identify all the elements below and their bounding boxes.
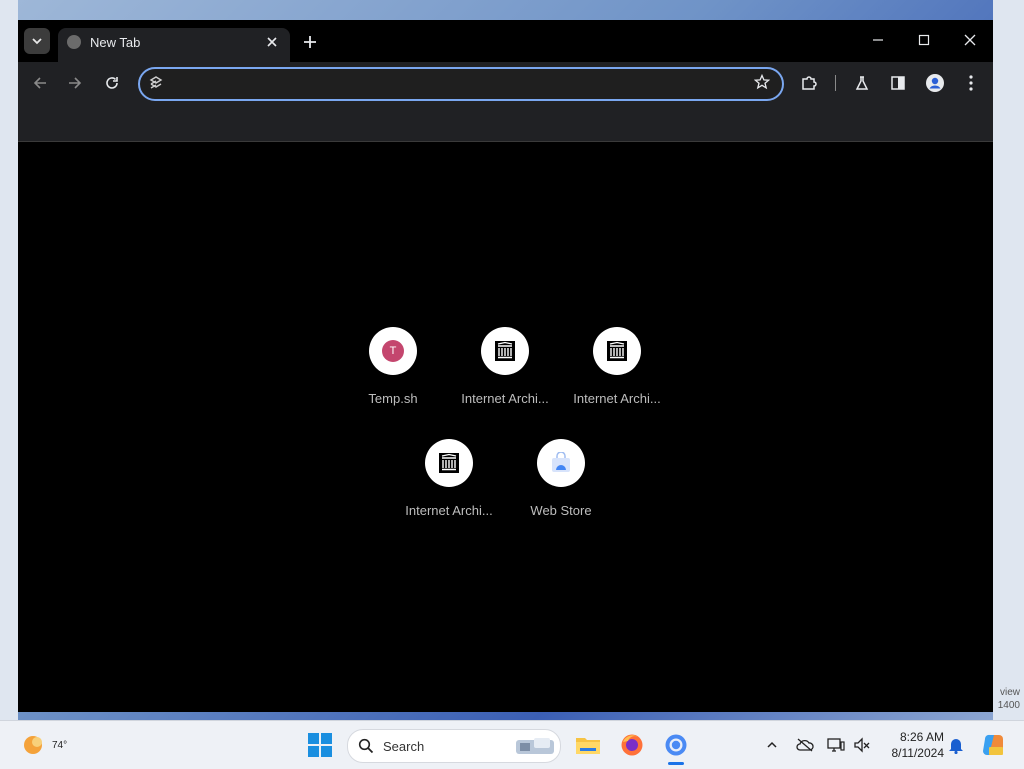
side-panel-icon bbox=[891, 76, 905, 90]
address-bar[interactable] bbox=[138, 67, 784, 101]
search-icon bbox=[358, 738, 374, 754]
tab-new-tab[interactable]: New Tab bbox=[58, 28, 290, 62]
side-panel-button[interactable] bbox=[884, 69, 912, 97]
close-tab-button[interactable] bbox=[262, 32, 282, 52]
internet-archive-icon bbox=[607, 341, 627, 361]
shortcut-tile[interactable]: Internet Archi... bbox=[449, 327, 561, 427]
bookmark-bar bbox=[18, 104, 993, 142]
shortcut-icon-container: T bbox=[369, 327, 417, 375]
reload-button[interactable] bbox=[98, 69, 126, 97]
minimize-button[interactable] bbox=[858, 26, 898, 54]
volume-tray-button[interactable] bbox=[852, 735, 872, 755]
search-highlight-icon bbox=[516, 738, 554, 754]
onedrive-tray-button[interactable] bbox=[795, 735, 815, 755]
toolbar-divider bbox=[835, 75, 836, 91]
profile-button[interactable] bbox=[921, 69, 949, 97]
cloud-offline-icon bbox=[796, 738, 814, 752]
minimize-icon bbox=[873, 39, 883, 41]
taskbar: 74° Search 8:26 AM 8/11/2024 bbox=[0, 720, 1024, 769]
arrow-right-icon bbox=[69, 77, 82, 89]
shortcut-tile[interactable]: Internet Archi... bbox=[561, 327, 673, 427]
start-button[interactable] bbox=[308, 733, 332, 757]
arrow-left-icon bbox=[33, 77, 46, 89]
desktop-background-left bbox=[0, 0, 18, 720]
close-icon bbox=[964, 34, 976, 46]
avatar-icon bbox=[926, 74, 944, 92]
taskbar-search[interactable]: Search bbox=[347, 729, 561, 763]
shortcut-label: Web Store bbox=[530, 503, 592, 518]
shortcut-tile[interactable]: Web Store bbox=[505, 439, 617, 539]
clock-time: 8:26 AM bbox=[899, 730, 944, 744]
web-store-icon bbox=[552, 452, 570, 472]
back-button[interactable] bbox=[26, 69, 54, 97]
weather-temperature: 74° bbox=[52, 740, 68, 751]
network-tray-button[interactable] bbox=[826, 735, 846, 755]
desktop-watermark: view 1400 bbox=[998, 686, 1020, 712]
star-icon bbox=[754, 74, 770, 90]
copilot-icon bbox=[983, 734, 1003, 755]
bookmark-star-button[interactable] bbox=[752, 72, 772, 92]
show-hidden-icons-button[interactable] bbox=[762, 735, 782, 755]
taskbar-clock[interactable]: 8:26 AM 8/11/2024 bbox=[880, 729, 945, 761]
watermark-line-2: 1400 bbox=[997, 700, 1020, 711]
tab-strip: New Tab bbox=[18, 20, 993, 62]
close-window-button[interactable] bbox=[950, 26, 990, 54]
shortcut-tile[interactable]: Internet Archi... bbox=[393, 439, 505, 539]
file-explorer-button[interactable] bbox=[574, 731, 602, 759]
clock-date: 8/11/2024 bbox=[891, 746, 945, 760]
chrome-icon bbox=[665, 734, 687, 756]
monitor-network-icon bbox=[827, 738, 845, 752]
kebab-menu-icon bbox=[969, 75, 973, 91]
menu-button[interactable] bbox=[957, 69, 985, 97]
active-app-indicator bbox=[668, 762, 684, 765]
shortcut-label: Temp.sh bbox=[368, 391, 418, 406]
new-tab-page: T Temp.sh Internet Archi... Internet Arc… bbox=[18, 142, 993, 712]
flask-icon bbox=[855, 76, 869, 90]
shortcut-label: Internet Archi... bbox=[573, 391, 661, 406]
forward-button[interactable] bbox=[61, 69, 89, 97]
chevron-down-icon bbox=[32, 38, 42, 45]
browser-toolbar bbox=[18, 62, 993, 104]
plus-icon bbox=[304, 36, 316, 48]
close-icon bbox=[267, 37, 277, 47]
speaker-muted-icon bbox=[854, 737, 870, 753]
chevron-up-icon bbox=[767, 741, 777, 748]
reload-icon bbox=[106, 77, 118, 89]
shortcut-tile[interactable]: T Temp.sh bbox=[337, 327, 449, 427]
folder-icon bbox=[576, 738, 600, 754]
bell-icon bbox=[949, 739, 963, 754]
watermark-line-1: view bbox=[999, 687, 1020, 698]
internet-archive-icon bbox=[439, 453, 459, 473]
chrome-button[interactable] bbox=[662, 731, 690, 765]
extensions-button[interactable] bbox=[795, 69, 823, 97]
notifications-button[interactable] bbox=[946, 735, 966, 755]
desktop-background-right bbox=[993, 0, 1024, 720]
shortcut-label: Internet Archi... bbox=[461, 391, 549, 406]
firefox-button[interactable] bbox=[618, 731, 646, 759]
weather-widget[interactable]: 74° bbox=[20, 731, 67, 762]
windows-logo-icon bbox=[308, 733, 332, 757]
firefox-icon bbox=[621, 734, 643, 756]
address-input[interactable] bbox=[174, 73, 738, 97]
shortcut-icon-container bbox=[425, 439, 473, 487]
browser-window: New Tab T Temp.sh Internet Archi... Inte… bbox=[18, 20, 993, 712]
shortcut-icon-container bbox=[481, 327, 529, 375]
shortcut-icon-container bbox=[593, 327, 641, 375]
temp-sh-icon: T bbox=[382, 340, 404, 362]
tab-title: New Tab bbox=[90, 35, 141, 50]
search-engine-icon bbox=[149, 76, 163, 89]
puzzle-icon bbox=[802, 76, 817, 90]
tab-search-button[interactable] bbox=[24, 28, 50, 54]
maximize-button[interactable] bbox=[904, 26, 944, 54]
internet-archive-icon bbox=[495, 341, 515, 361]
copilot-button[interactable] bbox=[981, 733, 1005, 757]
labs-button[interactable] bbox=[848, 69, 876, 97]
weather-sun-icon bbox=[24, 736, 42, 754]
shortcut-icon-container bbox=[537, 439, 585, 487]
maximize-icon bbox=[918, 34, 930, 46]
shortcut-label: Internet Archi... bbox=[405, 503, 493, 518]
globe-icon bbox=[67, 35, 81, 49]
search-label: Search bbox=[383, 739, 425, 754]
new-tab-button[interactable] bbox=[298, 30, 322, 54]
